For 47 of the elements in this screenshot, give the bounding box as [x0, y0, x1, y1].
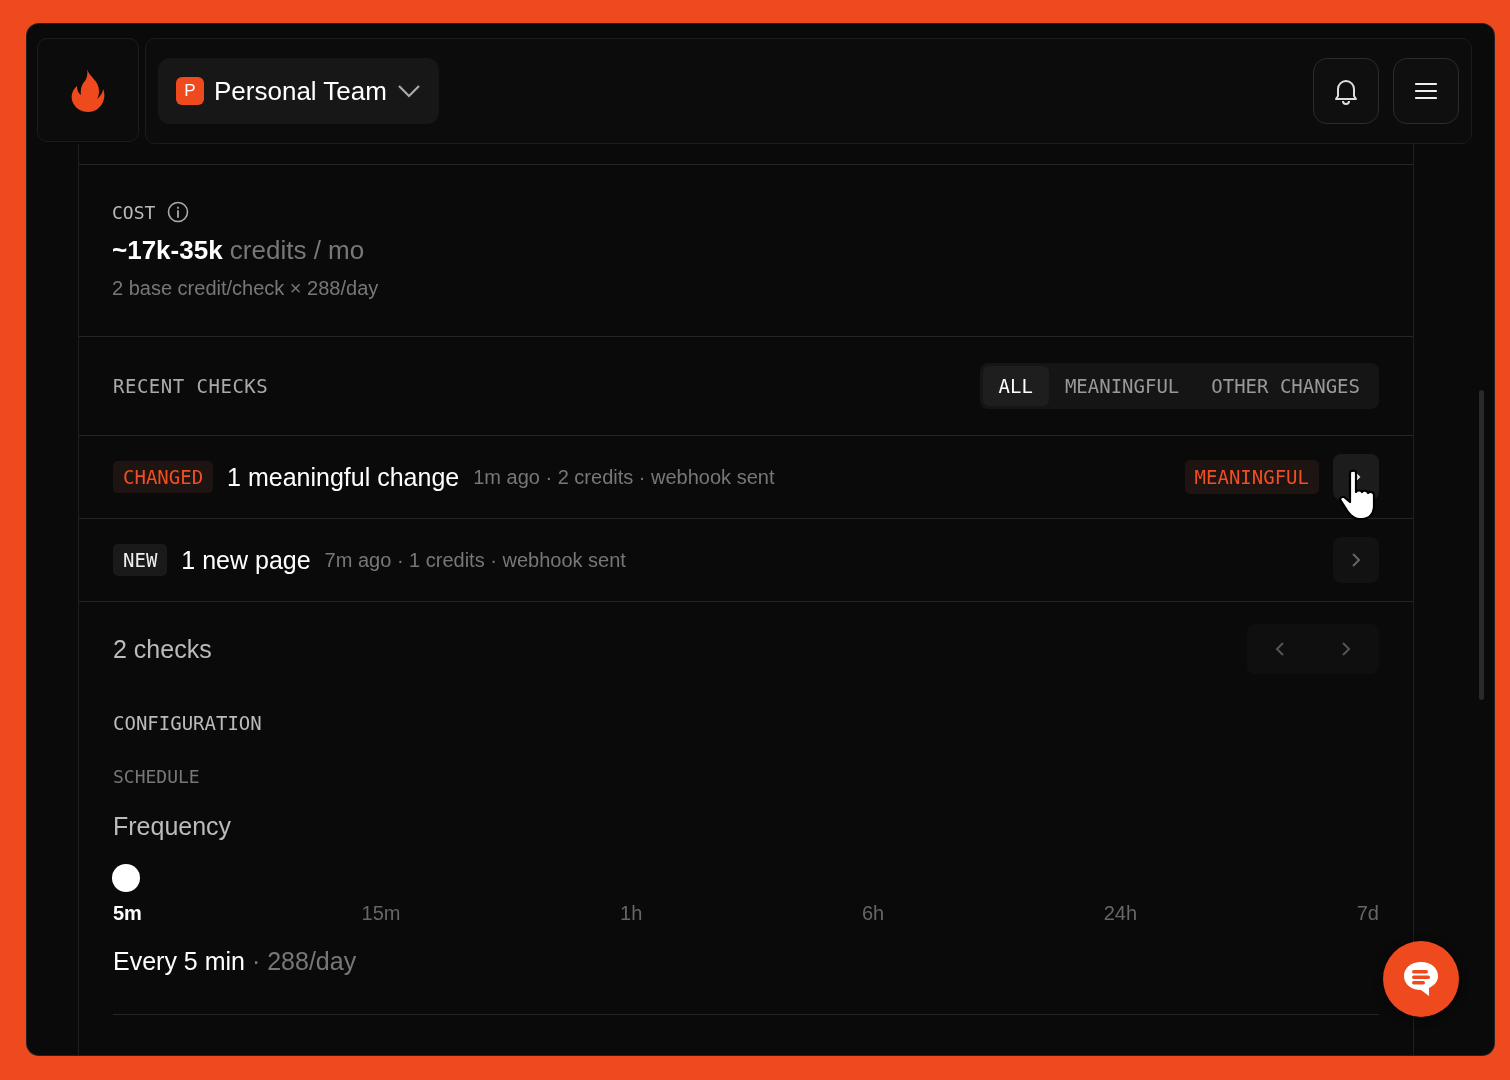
schedule-label: SCHEDULE [113, 766, 201, 789]
frequency-option[interactable]: 24h [1103, 902, 1138, 925]
frequency-label: Frequency [113, 812, 233, 842]
frequency-option[interactable]: 6h [861, 902, 885, 925]
status-badge: CHANGED [113, 461, 214, 493]
check-row[interactable]: NEW 1 new page 7m ago · 1 credits · webhook sent [79, 519, 1413, 602]
team-name: Personal Team [214, 75, 387, 107]
flame-icon [71, 68, 105, 112]
frequency-option[interactable]: 7d [1356, 902, 1379, 925]
notifications-button[interactable] [1313, 58, 1379, 124]
meaningful-tag: MEANINGFUL [1184, 460, 1319, 494]
check-count: 2 checks [113, 634, 212, 664]
frequency-option[interactable]: 15m [361, 902, 401, 925]
chevron-down-icon [396, 84, 421, 98]
check-row[interactable]: CHANGED 1 meaningful change 1m ago · 2 credits · webhook sent MEANINGFUL [79, 436, 1413, 519]
cost-formula: 2 base credit/check × 288/day [112, 277, 380, 300]
chevron-right-icon [1341, 641, 1351, 657]
scrollbar[interactable] [1479, 390, 1484, 700]
open-check-button[interactable] [1333, 537, 1379, 583]
check-meta: 7m ago · 1 credits · webhook sent [324, 548, 626, 572]
check-title: 1 new page [181, 545, 311, 575]
frequency-summary: Every 5 min [113, 947, 245, 975]
config-title: CONFIGURATION [113, 712, 263, 736]
menu-icon [1415, 82, 1437, 100]
menu-button[interactable] [1393, 58, 1459, 124]
check-meta: 1m ago · 2 credits · webhook sent [473, 465, 775, 489]
slider-thumb[interactable] [112, 864, 140, 892]
chevron-left-icon [1275, 641, 1285, 657]
filter-tab[interactable]: MEANINGFUL [1048, 366, 1196, 406]
section-title: RECENT CHECKS [113, 375, 269, 397]
chat-bubble-icon [1401, 960, 1441, 998]
team-selector[interactable]: P Personal Team [158, 58, 439, 124]
frequency-option[interactable]: 1h [620, 902, 643, 925]
status-badge: NEW [113, 544, 168, 576]
cost-unit: credits / mo [229, 235, 365, 265]
filter-tab[interactable]: ALL [982, 366, 1049, 406]
checks-per-day: · 288/day [251, 947, 357, 975]
frequency-option[interactable]: 5m [113, 902, 142, 925]
cost-label: COST [112, 201, 156, 223]
chevron-right-icon [1351, 552, 1361, 568]
info-icon[interactable] [167, 201, 190, 223]
cost-amount: ~17k-35k [112, 235, 223, 265]
check-title: 1 meaningful change [227, 462, 460, 492]
logo-tile[interactable] [37, 38, 139, 142]
bell-icon [1333, 77, 1359, 105]
filter-tab[interactable]: OTHER CHANGES [1195, 366, 1376, 406]
team-avatar: P [176, 77, 204, 105]
